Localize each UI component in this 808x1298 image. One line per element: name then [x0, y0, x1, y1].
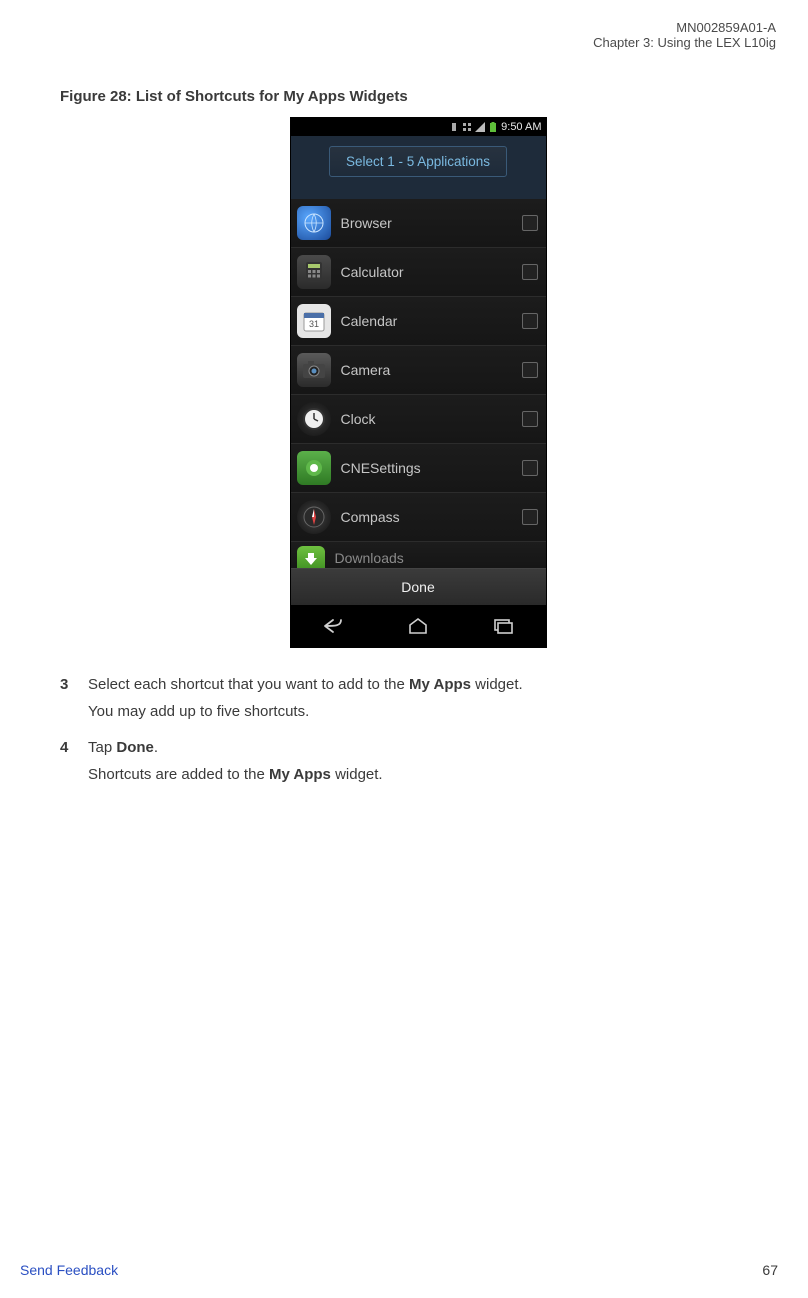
nav-bar	[291, 605, 546, 647]
page-number: 67	[762, 1262, 778, 1278]
steps: 3 Select each shortcut that you want to …	[60, 674, 776, 796]
figure-image: 9:50 AM Select 1 - 5 Applications Browse…	[60, 117, 776, 648]
phone-screenshot: 9:50 AM Select 1 - 5 Applications Browse…	[290, 117, 547, 648]
page-footer: Send Feedback 67	[20, 1262, 778, 1278]
back-icon[interactable]	[311, 614, 356, 638]
svg-text:31: 31	[308, 319, 318, 329]
checkbox[interactable]	[522, 215, 538, 231]
downloads-icon	[297, 546, 325, 568]
clock-icon	[297, 402, 331, 436]
chapter-title: Chapter 3: Using the LEX L10ig	[593, 35, 776, 50]
app-list[interactable]: Browser Calculator 31 Calendar	[291, 199, 546, 568]
step-number: 4	[60, 737, 74, 796]
checkbox[interactable]	[522, 411, 538, 427]
compass-icon	[297, 500, 331, 534]
select-banner-text: Select 1 - 5 Applications	[329, 146, 507, 177]
app-label: CNESettings	[341, 460, 522, 476]
list-item[interactable]: Calculator	[291, 248, 546, 297]
send-feedback-link[interactable]: Send Feedback	[20, 1262, 118, 1278]
list-item[interactable]: Clock	[291, 395, 546, 444]
debug-icon	[462, 122, 472, 132]
step-follow: Shortcuts are added to the My Apps widge…	[88, 764, 776, 787]
recent-icon[interactable]	[481, 614, 526, 638]
status-time: 9:50 AM	[501, 121, 541, 133]
step-follow: You may add up to five shortcuts.	[88, 701, 776, 724]
checkbox[interactable]	[522, 362, 538, 378]
cne-icon	[297, 451, 331, 485]
list-item[interactable]: Camera	[291, 346, 546, 395]
list-item[interactable]: CNESettings	[291, 444, 546, 493]
list-item[interactable]: Browser	[291, 199, 546, 248]
usb-icon	[449, 122, 459, 132]
page-header: MN002859A01-A Chapter 3: Using the LEX L…	[593, 20, 776, 50]
app-label: Browser	[341, 215, 522, 231]
battery-icon	[488, 122, 498, 132]
list-item[interactable]: Downloads	[291, 542, 546, 568]
app-label: Camera	[341, 362, 522, 378]
doc-id: MN002859A01-A	[593, 20, 776, 35]
app-label: Calendar	[341, 313, 522, 329]
app-label: Compass	[341, 509, 522, 525]
step-body: Select each shortcut that you want to ad…	[88, 674, 776, 733]
step-body: Tap Done. Shortcuts are added to the My …	[88, 737, 776, 796]
calendar-icon: 31	[297, 304, 331, 338]
app-label: Calculator	[341, 264, 522, 280]
checkbox[interactable]	[522, 509, 538, 525]
step-text: Tap Done.	[88, 737, 776, 760]
done-button[interactable]: Done	[291, 568, 546, 605]
app-label: Clock	[341, 411, 522, 427]
list-item[interactable]: 31 Calendar	[291, 297, 546, 346]
step-text: Select each shortcut that you want to ad…	[88, 674, 776, 697]
checkbox[interactable]	[522, 264, 538, 280]
status-bar: 9:50 AM	[291, 118, 546, 136]
home-icon[interactable]	[396, 614, 441, 638]
camera-icon	[297, 353, 331, 387]
step-number: 3	[60, 674, 74, 733]
figure-caption: Figure 28: List of Shortcuts for My Apps…	[60, 88, 776, 105]
select-banner: Select 1 - 5 Applications	[291, 136, 546, 199]
step-4: 4 Tap Done. Shortcuts are added to the M…	[60, 737, 776, 796]
page-content: Figure 28: List of Shortcuts for My Apps…	[60, 88, 776, 800]
checkbox[interactable]	[522, 313, 538, 329]
step-3: 3 Select each shortcut that you want to …	[60, 674, 776, 733]
signal-icon	[475, 122, 485, 132]
checkbox[interactable]	[522, 460, 538, 476]
list-item[interactable]: Compass	[291, 493, 546, 542]
calculator-icon	[297, 255, 331, 289]
browser-icon	[297, 206, 331, 240]
app-label: Downloads	[335, 550, 538, 566]
